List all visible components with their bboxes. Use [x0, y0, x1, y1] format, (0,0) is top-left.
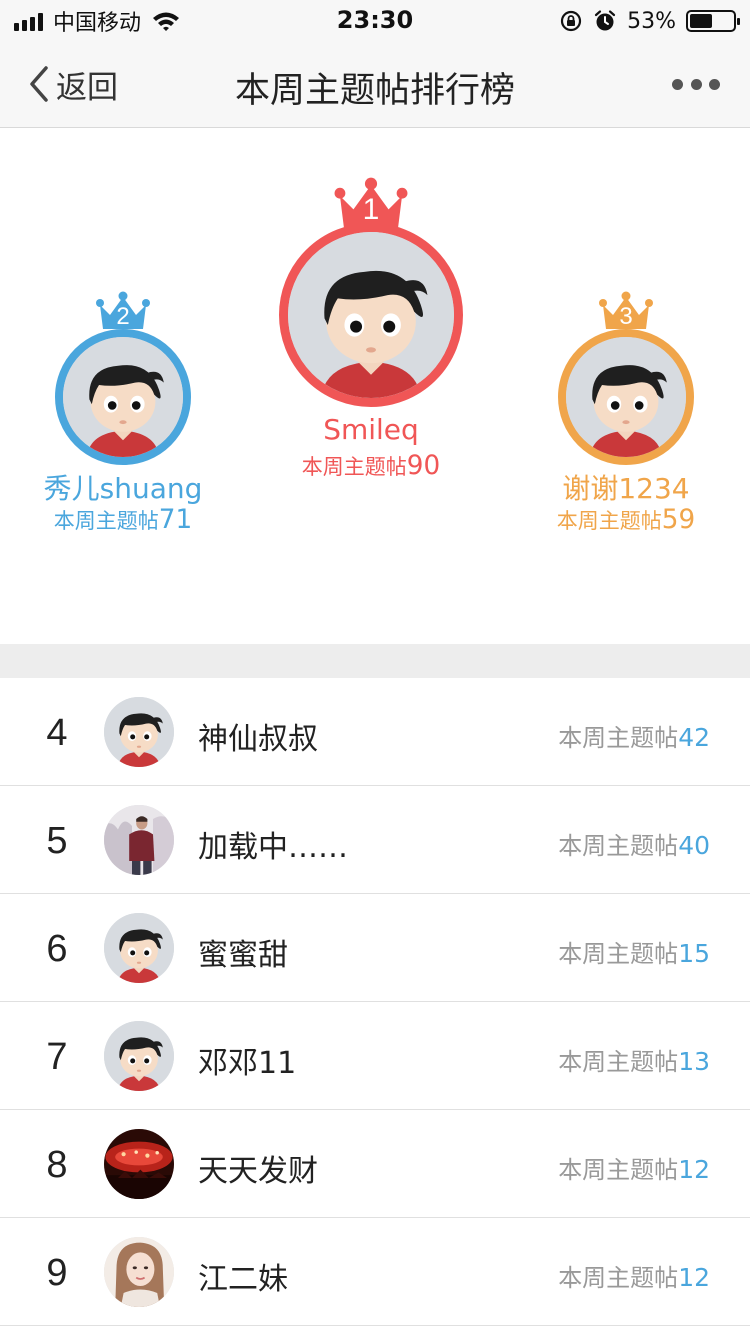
cartoon-avatar [288, 232, 454, 398]
count-value: 12 [678, 1263, 710, 1292]
count-label: 本周主题帖 [558, 1156, 679, 1184]
rank-number: 4 [46, 712, 68, 754]
podium-name: 谢谢1234 [562, 472, 690, 505]
more-dots-icon[interactable] [672, 70, 720, 98]
count-label: 本周主题帖 [301, 455, 407, 479]
post-count: 本周主题帖40 [558, 826, 710, 861]
battery-icon [686, 10, 740, 32]
avatar [104, 1129, 174, 1199]
rank-number: 5 [46, 820, 68, 862]
count-label: 本周主题帖 [558, 832, 679, 860]
photo-avatar [104, 1129, 174, 1199]
podium-name: Smileq [323, 413, 419, 446]
count-label: 本周主题帖 [558, 940, 679, 968]
section-divider [0, 644, 750, 678]
cartoon-avatar [104, 913, 174, 983]
podium-third[interactable]: 3 谢谢1234 本周主题帖59 [557, 291, 695, 535]
battery-percent: 53% [627, 8, 676, 34]
cartoon-avatar [566, 337, 686, 457]
list-item[interactable]: 4 神仙叔叔 本周主题帖42 [0, 678, 750, 786]
rank-number: 8 [46, 1144, 68, 1186]
cartoon-avatar [104, 697, 174, 767]
user-name: 加载中…… [198, 830, 348, 865]
count-label: 本周主题帖 [558, 1048, 679, 1076]
rank-badge-number: 2 [116, 303, 130, 330]
count-label: 本周主题帖 [556, 509, 662, 533]
list-item[interactable]: 7 邓邓11 本周主题帖13 [0, 1002, 750, 1110]
rank-badge-number: 3 [619, 303, 633, 330]
page-title: 本周主题帖排行榜 [234, 71, 515, 111]
avatar [104, 697, 174, 767]
podium-count: 本周主题帖71 [0, 505, 251, 535]
user-name: 神仙叔叔 [198, 722, 318, 757]
top-three-podium: 2 秀儿shuang 本周主题帖71 1 Smileq 本周主题帖90 3 谢谢… [0, 129, 750, 644]
count-value: 15 [678, 939, 710, 968]
user-name: 江二妹 [198, 1262, 288, 1297]
ranking-list: 4 神仙叔叔 本周主题帖42 5 加载中…… 本周主题帖40 6 蜜蜜甜 本周主… [0, 678, 750, 1326]
user-name: 天天发财 [198, 1154, 318, 1189]
rank-number: 6 [46, 928, 68, 970]
avatar [558, 329, 694, 465]
podium-name: 秀儿shuang [43, 472, 203, 505]
status-right: 53% [559, 6, 740, 36]
post-count: 本周主题帖42 [558, 718, 710, 753]
list-item[interactable]: 9 江二妹 本周主题帖12 [0, 1218, 750, 1326]
count-value: 42 [678, 723, 710, 752]
rank-badge-number: 1 [362, 193, 380, 226]
user-name: 蜜蜜甜 [198, 938, 288, 973]
alarm-icon [594, 10, 616, 31]
podium-second[interactable]: 2 秀儿shuang 本周主题帖71 [44, 291, 202, 535]
post-count: 本周主题帖12 [558, 1258, 710, 1293]
count-value: 13 [678, 1047, 710, 1076]
post-count: 本周主题帖15 [558, 934, 710, 969]
avatar [104, 1237, 174, 1307]
count-value: 12 [678, 1155, 710, 1184]
post-count: 本周主题帖13 [558, 1042, 710, 1077]
count-value: 59 [661, 505, 696, 535]
cartoon-avatar [104, 1021, 174, 1091]
count-label: 本周主题帖 [558, 724, 679, 752]
cartoon-avatar [63, 337, 183, 457]
count-value: 40 [678, 831, 710, 860]
list-item[interactable]: 8 天天发财 本周主题帖12 [0, 1110, 750, 1218]
rotation-lock-icon [560, 10, 582, 32]
status-bar: 中国移动 23:30 53% [0, 0, 750, 40]
count-label: 本周主题帖 [558, 1264, 679, 1292]
user-name: 邓邓11 [198, 1046, 297, 1081]
rank-number: 9 [46, 1252, 68, 1294]
podium-count: 本周主题帖59 [498, 505, 750, 535]
avatar [279, 223, 463, 407]
photo-avatar [104, 805, 174, 875]
post-count: 本周主题帖12 [558, 1150, 710, 1185]
avatar [104, 913, 174, 983]
avatar [104, 1021, 174, 1091]
photo-avatar [104, 1237, 174, 1307]
podium-count: 本周主题帖90 [219, 451, 523, 481]
list-item[interactable]: 6 蜜蜜甜 本周主题帖15 [0, 894, 750, 1002]
nav-bar: 返回 本周主题帖排行榜 [0, 40, 750, 128]
count-label: 本周主题帖 [53, 509, 159, 533]
avatar [104, 805, 174, 875]
rank-number: 7 [46, 1036, 68, 1078]
count-value: 71 [158, 505, 193, 535]
list-item[interactable]: 5 加载中…… 本周主题帖40 [0, 786, 750, 894]
podium-first[interactable]: 1 Smileq 本周主题帖90 [279, 177, 463, 487]
avatar [55, 329, 191, 465]
count-value: 90 [406, 451, 441, 481]
